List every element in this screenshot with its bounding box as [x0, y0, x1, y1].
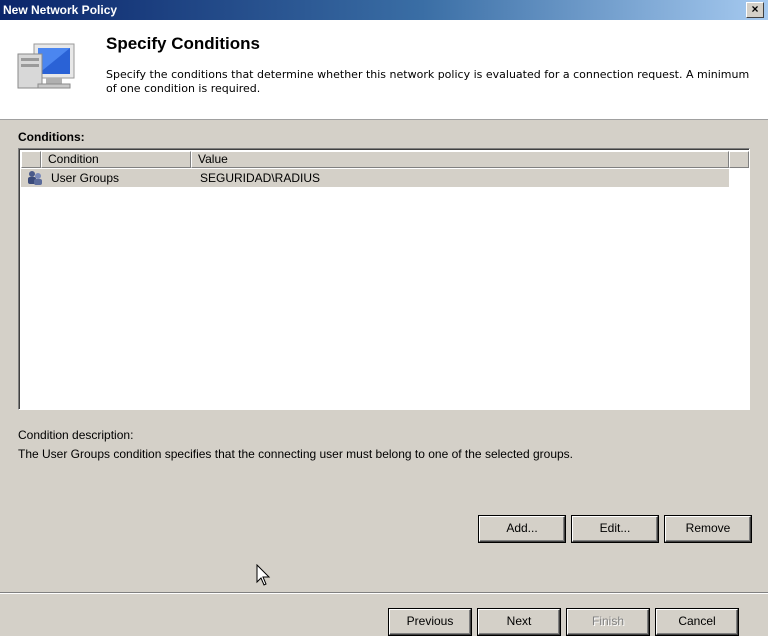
- next-button[interactable]: Next: [478, 609, 560, 635]
- window-title: New Network Policy: [3, 3, 118, 17]
- condition-description-text: The User Groups condition specifies that…: [18, 447, 573, 461]
- column-header-filler: [729, 151, 749, 168]
- column-header-condition[interactable]: Condition: [41, 151, 191, 168]
- remove-button[interactable]: Remove: [665, 516, 751, 542]
- page-description: Specify the conditions that determine wh…: [106, 68, 750, 95]
- column-header-icon[interactable]: [21, 151, 41, 168]
- monitor-icon: [17, 43, 75, 89]
- row-condition: User Groups: [51, 171, 120, 185]
- column-header-value[interactable]: Value: [191, 151, 729, 168]
- conditions-list[interactable]: Condition Value User Groups SEGURIDAD\RA…: [18, 148, 750, 410]
- row-value: SEGURIDAD\RADIUS: [200, 171, 321, 185]
- cancel-button[interactable]: Cancel: [656, 609, 738, 635]
- wizard-header: Specify Conditions Specify the condition…: [0, 20, 768, 120]
- page-title: Specify Conditions: [106, 34, 260, 53]
- previous-button[interactable]: Previous: [389, 609, 471, 635]
- user-group-icon: [28, 171, 42, 185]
- condition-description-label: Condition description:: [18, 428, 134, 442]
- close-button[interactable]: ×: [746, 2, 764, 18]
- mouse-cursor-icon: [256, 564, 271, 586]
- footer-separator: [0, 592, 768, 594]
- window-titlebar: New Network Policy ×: [0, 0, 768, 20]
- edit-button[interactable]: Edit...: [572, 516, 658, 542]
- add-button[interactable]: Add...: [479, 516, 565, 542]
- list-header: Condition Value: [21, 151, 749, 168]
- conditions-label: Conditions:: [18, 130, 85, 144]
- table-row[interactable]: User Groups SEGURIDAD\RADIUS: [21, 169, 729, 187]
- finish-button[interactable]: Finish: [567, 609, 649, 635]
